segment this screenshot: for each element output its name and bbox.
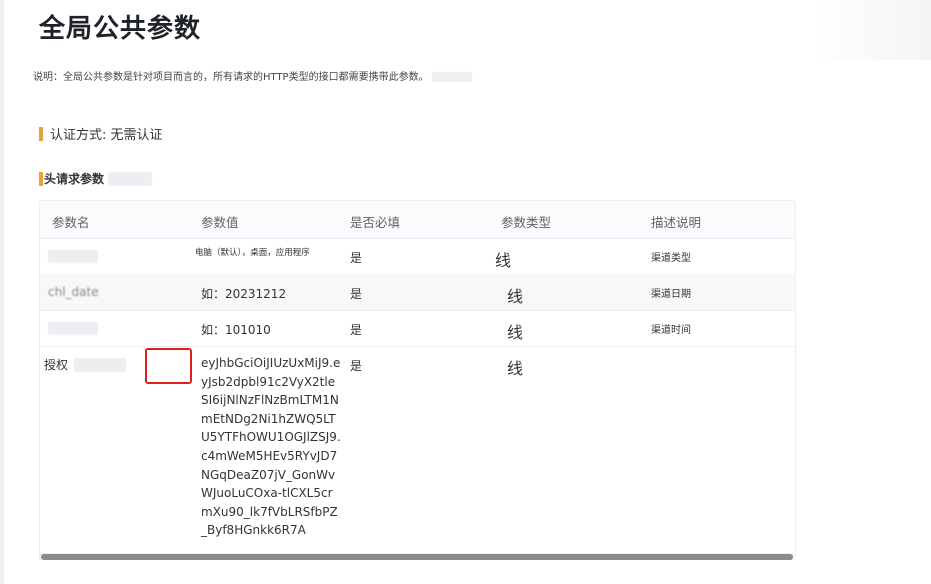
- headers-label: 头请求参数: [44, 172, 105, 186]
- row-desc: 渠道日期: [651, 289, 691, 300]
- table-row: 电脑（默认），桌面，应用程序 是 线 渠道类型: [40, 238, 795, 275]
- description-text: 说明：全局公共参数是针对项目而言的，所有请求的HTTP类型的接口都需要携带此参数…: [33, 72, 429, 83]
- auth-label: 认证方式: 无需认证: [50, 128, 163, 143]
- row-desc: 渠道时间: [651, 325, 691, 336]
- row-desc: 渠道类型: [651, 253, 691, 264]
- top-right-blur: [811, 0, 931, 60]
- table-header-row: 参数名 参数值 是否必填 参数类型 描述说明: [40, 201, 795, 239]
- column-header-desc: 描述说明: [651, 215, 702, 230]
- section-marker: [39, 171, 43, 186]
- row-type: 线: [507, 323, 524, 342]
- redacted-text: [48, 322, 98, 335]
- row-param-value: 如：101010: [201, 323, 271, 337]
- row-param-name: [48, 249, 98, 263]
- column-header-name: 参数名: [52, 215, 90, 230]
- redacted-text: [108, 171, 153, 186]
- column-header-type: 参数类型: [501, 215, 552, 230]
- row-param-value: 电脑（默认），桌面，应用程序: [195, 248, 310, 258]
- redacted-text: [48, 250, 98, 263]
- auth-section: 认证方式: 无需认证: [39, 124, 163, 143]
- row-required: 是: [350, 323, 363, 337]
- headers-section: 头请求参数: [39, 170, 153, 187]
- redacted-text: [431, 72, 472, 82]
- row-type: 线: [495, 251, 512, 270]
- row-required: 是: [350, 287, 363, 301]
- row-type: 线: [507, 359, 524, 378]
- column-header-value: 参数值: [201, 215, 239, 230]
- column-header-required: 是否必填: [350, 215, 401, 230]
- horizontal-scrollbar-thumb[interactable]: [41, 554, 793, 560]
- row-param-value: eyJhbGciOiJIUzUxMiJ9.eyJsb2dpbl91c2VyX2t…: [201, 356, 341, 538]
- row-type: 线: [507, 287, 524, 306]
- row-param-name: chl_date: [48, 285, 99, 299]
- table-row: 如：101010 是 线 渠道时间: [40, 310, 795, 347]
- page-description: 说明：全局公共参数是针对项目而言的，所有请求的HTTP类型的接口都需要携带此参数…: [33, 68, 472, 83]
- redacted-text: [74, 358, 126, 372]
- row-required: 是: [350, 359, 363, 373]
- table-row: chl_date 如：20231212 是 线 渠道日期: [40, 274, 795, 311]
- row-required: 是: [350, 251, 363, 265]
- row-param-value: 如：20231212: [201, 287, 287, 301]
- left-edge-divider: [0, 0, 4, 584]
- row-param-name: [48, 321, 98, 335]
- highlight-box: [145, 348, 192, 384]
- section-marker: [39, 126, 43, 141]
- row-param-name: 授权: [44, 358, 69, 372]
- page-title: 全局公共参数: [39, 14, 202, 44]
